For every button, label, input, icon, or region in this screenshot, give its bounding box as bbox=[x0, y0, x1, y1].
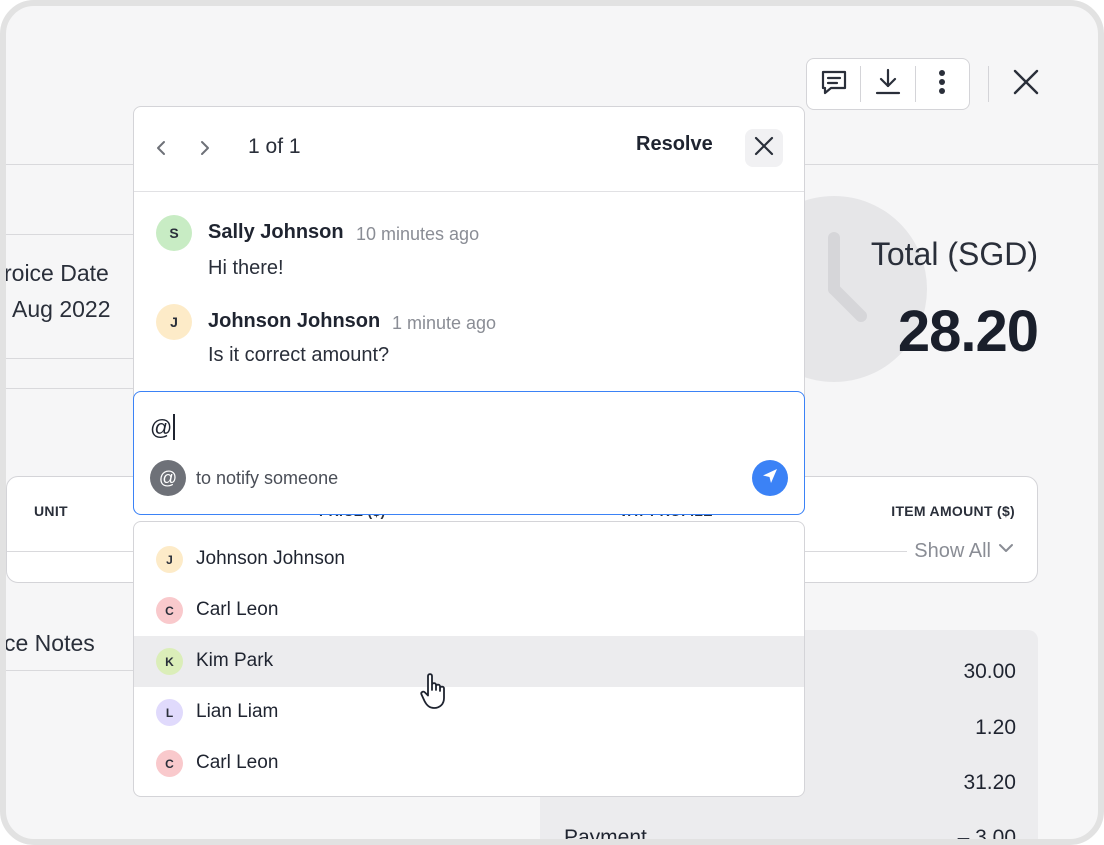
send-icon bbox=[761, 467, 779, 490]
avatar: L bbox=[156, 699, 183, 726]
comment-icon bbox=[818, 66, 850, 103]
mention-option-name: Johnson Johnson bbox=[196, 548, 345, 569]
invoice-date-label: roice Date bbox=[4, 260, 109, 286]
more-options-button[interactable] bbox=[916, 59, 969, 109]
mention-option[interactable]: J Johnson Johnson bbox=[134, 534, 804, 585]
mention-option-name: Lian Liam bbox=[196, 701, 279, 722]
mention-option-name: Carl Leon bbox=[196, 752, 279, 773]
total-label: Total (SGD) bbox=[870, 236, 1038, 272]
mention-option-highlighted[interactable]: K Kim Park bbox=[134, 636, 804, 687]
close-icon bbox=[753, 135, 775, 162]
more-vertical-icon bbox=[926, 66, 958, 103]
resolve-button[interactable]: Resolve bbox=[636, 133, 713, 156]
mention-option-name: Kim Park bbox=[196, 650, 274, 671]
field-divider bbox=[6, 358, 136, 359]
comment-counter: 1 of 1 bbox=[248, 135, 301, 158]
close-document-button[interactable] bbox=[1008, 66, 1044, 102]
mention-button[interactable]: @ bbox=[150, 460, 186, 496]
download-icon bbox=[872, 66, 904, 103]
avatar: C bbox=[156, 597, 183, 624]
show-all-label: Show All bbox=[914, 539, 991, 562]
total-amount: 28.20 bbox=[897, 299, 1039, 364]
mention-option[interactable]: C Carl Leon bbox=[134, 585, 804, 636]
close-comments-button[interactable] bbox=[745, 129, 783, 167]
comment-timestamp: 1 minute ago bbox=[392, 313, 497, 333]
toolbar-divider bbox=[988, 66, 989, 102]
invoice-notes-label: ce Notes bbox=[4, 630, 95, 656]
chevron-down-icon bbox=[997, 539, 1015, 563]
next-comment-button[interactable] bbox=[190, 135, 220, 165]
text-caret bbox=[173, 414, 175, 440]
avatar: C bbox=[156, 750, 183, 777]
comment-text: Hi there! bbox=[208, 257, 284, 279]
field-divider bbox=[6, 388, 136, 389]
hand-pointer-icon bbox=[418, 670, 460, 717]
comment-author: Sally Johnson bbox=[208, 221, 344, 243]
subtotal-value: 30.00 bbox=[963, 660, 1016, 683]
comment-text: Is it correct amount? bbox=[208, 344, 390, 366]
download-button[interactable] bbox=[861, 59, 914, 109]
comment-author: Johnson Johnson bbox=[208, 310, 381, 332]
avatar: J bbox=[156, 304, 192, 340]
mention-option-name: Carl Leon bbox=[196, 599, 279, 620]
show-all-toggle[interactable]: Show All bbox=[914, 539, 1015, 563]
document-toolbar bbox=[806, 58, 970, 110]
mention-option[interactable]: C Carl Leon bbox=[134, 738, 804, 789]
mention-dropdown: J Johnson Johnson C Carl Leon K Kim Park… bbox=[133, 521, 805, 797]
field-divider bbox=[6, 234, 136, 235]
reply-input-value[interactable]: @ bbox=[150, 414, 175, 441]
payment-label: Payment bbox=[564, 826, 647, 845]
comments-panel-header: 1 of 1 Resolve bbox=[134, 107, 804, 192]
avatar: K bbox=[156, 648, 183, 675]
grand-total-value: 31.20 bbox=[963, 771, 1016, 794]
chevron-left-icon bbox=[152, 139, 170, 162]
field-divider bbox=[6, 670, 136, 671]
avatar-initial: S bbox=[169, 225, 179, 241]
mention-hint: to notify someone bbox=[196, 468, 339, 488]
avatar: S bbox=[156, 215, 192, 251]
previous-comment-button[interactable] bbox=[146, 135, 176, 165]
chevron-right-icon bbox=[196, 139, 214, 162]
send-button[interactable] bbox=[752, 460, 788, 496]
app-frame: roice Date Aug 2022 Total (SGD) 28.20 UN… bbox=[0, 0, 1104, 845]
avatar-initial: J bbox=[170, 314, 178, 330]
column-header-item-amount: ITEM AMOUNT ($) bbox=[891, 503, 1015, 519]
close-icon bbox=[1011, 67, 1041, 102]
comment-button[interactable] bbox=[807, 59, 860, 109]
at-sign-icon: @ bbox=[158, 467, 178, 488]
reply-input[interactable]: @ @ to notify someone bbox=[133, 391, 805, 515]
tax-value: 1.20 bbox=[975, 716, 1016, 739]
column-header-unit: UNIT bbox=[34, 503, 68, 519]
invoice-date-value: Aug 2022 bbox=[12, 296, 111, 322]
comment-timestamp: 10 minutes ago bbox=[356, 224, 480, 244]
avatar: J bbox=[156, 546, 183, 573]
payment-value: – 3.00 bbox=[957, 826, 1016, 845]
mention-option[interactable]: L Lian Liam bbox=[134, 687, 804, 738]
